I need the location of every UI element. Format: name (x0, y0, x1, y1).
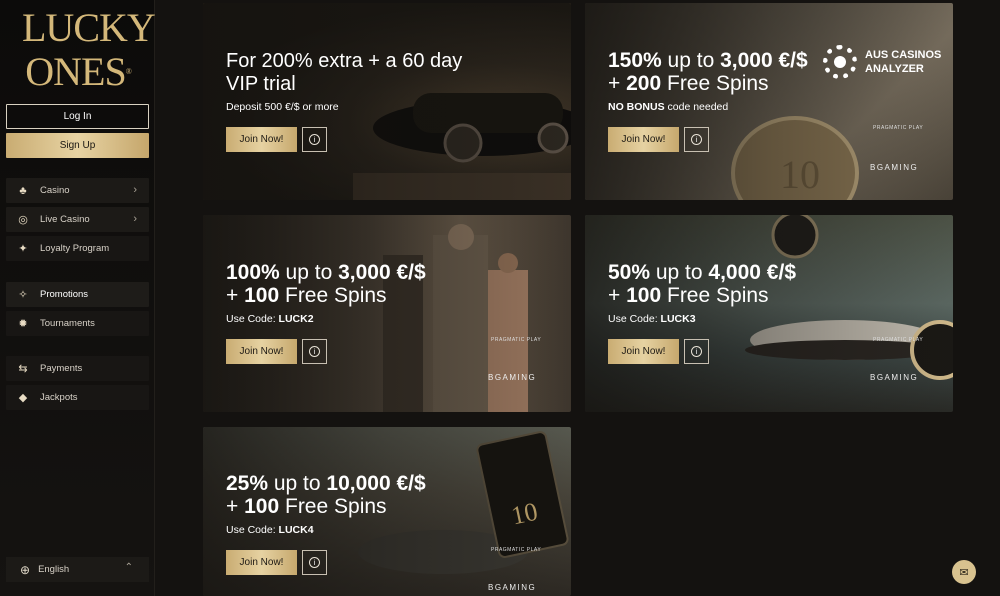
bgaming-logo: BGAMING (488, 583, 537, 592)
join-now-button[interactable]: Join Now! (608, 127, 679, 152)
promo-card-25: 10 25% up to 10,000 €/$ + 100 Free Spins… (203, 427, 571, 596)
chat-icon: ✉ (959, 566, 969, 579)
sign-up-button[interactable]: Sign Up (6, 133, 149, 158)
lucky-ones-logo[interactable]: LUCKY ONES® (22, 5, 156, 96)
sidebar: LUCKY ONES® Log In Sign Up ♣ Casino › ◎ … (0, 0, 156, 596)
logo-line2: ONES® (25, 49, 132, 94)
medal-icon: ✹ (18, 318, 28, 330)
language-label: English (38, 564, 70, 575)
info-button[interactable]: i (302, 550, 327, 575)
info-icon: i (309, 134, 320, 145)
sidebar-item-label: Payments (40, 363, 83, 374)
sidebar-item-jackpots[interactable]: ◆ Jackpots (6, 385, 149, 410)
sidebar-item-loyalty-program[interactable]: ✦ Loyalty Program (6, 236, 149, 261)
bgaming-logo: BGAMING (488, 373, 537, 382)
language-selector[interactable]: ⊕ English ⌃ (6, 557, 149, 582)
pragmatic-play-logo: PRAGMATIC PLAY (873, 125, 924, 131)
sidebar-item-label: Tournaments (40, 318, 95, 329)
sidebar-item-payments[interactable]: ⇆ Payments (6, 356, 149, 381)
sidebar-item-label: Live Casino (40, 214, 90, 225)
promo-card-150: 10 150% up to 3,000 €/$ + 200 Free Spins… (585, 3, 953, 200)
pragmatic-play-logo: PRAGMATIC PLAY (873, 337, 924, 343)
join-now-button[interactable]: Join Now! (608, 339, 679, 364)
info-button[interactable]: i (684, 339, 709, 364)
bgaming-logo: BGAMING (870, 373, 919, 382)
join-now-button[interactable]: Join Now! (226, 339, 297, 364)
promo-card-50: 50% up to 4,000 €/$ + 100 Free Spins Use… (585, 215, 953, 412)
pragmatic-play-logo: PRAGMATIC PLAY (491, 547, 542, 553)
info-button[interactable]: i (684, 127, 709, 152)
pragmatic-play-logo: PRAGMATIC PLAY (491, 337, 542, 343)
promo-title: For 200% extra + a 60 day VIP trial (226, 50, 463, 95)
promo-subtitle: Use Code: LUCK2 (226, 313, 314, 325)
sidebar-item-promotions[interactable]: ✧ Promotions (6, 282, 149, 307)
chevron-up-icon: ⌃ (124, 562, 133, 573)
logo-line1: LUCKY (22, 5, 156, 50)
info-icon: i (309, 557, 320, 568)
diamond-icon: ◆ (18, 392, 28, 404)
party-popper-icon: ✧ (18, 289, 28, 301)
globe-icon: ⊕ (20, 562, 31, 577)
info-icon: i (691, 134, 702, 145)
sidebar-item-label: Jackpots (40, 392, 78, 403)
chevron-right-icon: › (133, 213, 137, 225)
watermark-text: AUS CASINOS ANALYZER (865, 49, 942, 75)
promo-title: 100% up to 3,000 €/$ + 100 Free Spins (226, 261, 426, 307)
chevron-right-icon: › (133, 184, 137, 196)
join-now-button[interactable]: Join Now! (226, 550, 297, 575)
chat-button[interactable]: ✉ (952, 560, 976, 584)
promo-subtitle: Deposit 500 €/$ or more (226, 101, 339, 113)
cherries-icon: ♣ (19, 184, 27, 197)
sidebar-item-casino[interactable]: ♣ Casino › (6, 178, 149, 203)
promo-title: 150% up to 3,000 €/$ + 200 Free Spins (608, 49, 808, 95)
info-icon: i (691, 346, 702, 357)
promo-title: 50% up to 4,000 €/$ + 100 Free Spins (608, 261, 797, 307)
promo-card-100: 100% up to 3,000 €/$ + 100 Free Spins Us… (203, 215, 571, 412)
info-icon: i (309, 346, 320, 357)
sparkle-icon: ✦ (18, 243, 28, 255)
promo-card-vip-trial: For 200% extra + a 60 day VIP trial Depo… (203, 3, 571, 200)
join-now-button[interactable]: Join Now! (226, 127, 297, 152)
sidebar-item-live-casino[interactable]: ◎ Live Casino › (6, 207, 149, 232)
live-chip-icon: ◎ (18, 214, 28, 226)
info-button[interactable]: i (302, 127, 327, 152)
info-button[interactable]: i (302, 339, 327, 364)
promo-subtitle: Use Code: LUCK4 (226, 524, 314, 536)
sidebar-item-label: Loyalty Program (40, 243, 110, 254)
sidebar-item-tournaments[interactable]: ✹ Tournaments (6, 311, 149, 336)
bgaming-logo: BGAMING (870, 163, 919, 172)
gear-icon (823, 45, 857, 79)
sidebar-item-label: Casino (40, 185, 70, 196)
promo-subtitle: NO BONUS code needed (608, 101, 729, 113)
sidebar-item-label: Promotions (40, 289, 89, 300)
promo-subtitle: Use Code: LUCK3 (608, 313, 696, 325)
transfer-arrows-icon: ⇆ (18, 363, 28, 375)
promo-title: 25% up to 10,000 €/$ + 100 Free Spins (226, 472, 426, 518)
log-in-button[interactable]: Log In (6, 104, 149, 129)
aus-casinos-analyzer-watermark: AUS CASINOS ANALYZER (823, 44, 963, 80)
